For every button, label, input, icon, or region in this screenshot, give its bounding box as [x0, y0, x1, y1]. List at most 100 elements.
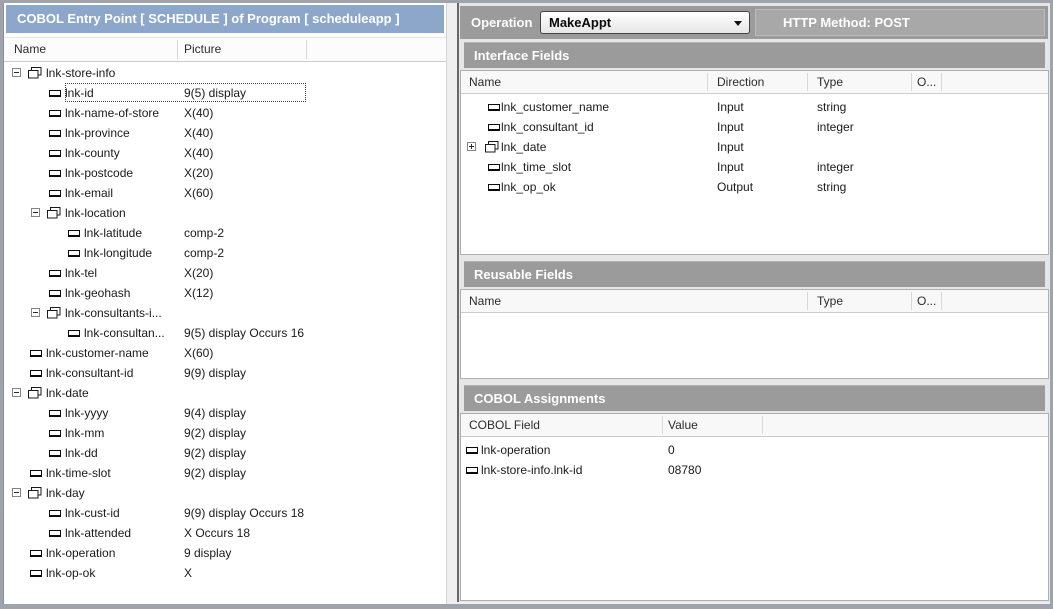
tree-row[interactable]: lnk-telX(20)	[4, 263, 445, 283]
field-item-icon	[466, 467, 478, 474]
tree-item-picture: X Occurs 18	[184, 526, 250, 540]
tree-item-picture: X(40)	[184, 126, 213, 140]
field-name: lnk_time_slot	[501, 160, 571, 174]
tree-row[interactable]: lnk-op-okX	[4, 563, 445, 583]
operation-dropdown[interactable]: MakeAppt	[540, 11, 750, 34]
interface-field-row[interactable]: lnk_consultant_idInputinteger	[461, 117, 1048, 137]
tree-item-picture: X(12)	[184, 286, 213, 300]
tree-row[interactable]: lnk-latitude comp-2	[4, 223, 445, 243]
tree-row[interactable]: lnk-longitude comp-2	[4, 243, 445, 263]
tree-item-name: lnk-location	[65, 206, 126, 220]
tree-row[interactable]: lnk-date	[4, 383, 445, 403]
field-item-icon	[49, 270, 61, 277]
tree-row[interactable]: lnk-customer-nameX(60)	[4, 343, 445, 363]
cobol-assignments-rows: lnk-operation0lnk-store-info.lnk-id08780	[461, 437, 1048, 480]
tree-item-name: lnk-tel	[65, 266, 97, 280]
tree-row[interactable]: lnk-geohash X(12)	[4, 283, 445, 303]
column-header-type: Type	[817, 294, 843, 308]
column-header-type: Type	[817, 75, 843, 89]
field-item-icon	[49, 450, 61, 457]
tree-row[interactable]: lnk-dd9(2) display	[4, 443, 445, 463]
collapse-toggle[interactable]	[12, 68, 21, 77]
cobol-assignment-row[interactable]: lnk-operation0	[461, 440, 1048, 460]
collapse-toggle[interactable]	[31, 208, 40, 217]
tree-column-header: Name Picture	[4, 37, 446, 62]
tree-row[interactable]: lnk-province X(40)	[4, 123, 445, 143]
tree-item-name: lnk-latitude	[84, 226, 142, 240]
tree-item-name: lnk-longitude	[84, 246, 152, 260]
tree-item-name: lnk-province	[65, 126, 130, 140]
column-header-name: Name	[469, 294, 501, 308]
tree-row[interactable]: lnk-time-slot9(2) display	[4, 463, 445, 483]
tree-item-picture: comp-2	[184, 246, 224, 260]
tree-row[interactable]: lnk-countyX(40)	[4, 143, 445, 163]
tree-row[interactable]: lnk-consultant-id9(9) display	[4, 363, 445, 383]
group-item-icon	[47, 307, 61, 319]
field-type: integer	[817, 160, 854, 174]
column-header-name: Name	[469, 75, 501, 89]
tree-row[interactable]: lnk-location	[4, 203, 445, 223]
collapse-toggle[interactable]	[31, 308, 40, 317]
tree-item-name: lnk-date	[46, 386, 89, 400]
column-header-name: Name	[14, 42, 46, 56]
tree-row[interactable]: lnk-postcodeX(20)	[4, 163, 445, 183]
tree-item-name: lnk-op-ok	[46, 566, 95, 580]
tree-row[interactable]: lnk-day	[4, 483, 445, 503]
assignment-field-name: lnk-operation	[481, 443, 550, 457]
interface-field-row[interactable]: lnk_time_slot Input integer	[461, 157, 1048, 177]
tree-row[interactable]: lnk-consultants-i...	[4, 303, 445, 323]
interface-field-row[interactable]: lnk_dateInput	[461, 137, 1048, 157]
tree-row[interactable]: lnk-operation9 display	[4, 543, 445, 563]
window-content: COBOL Entry Point [ SCHEDULE ] of Progra…	[3, 3, 1050, 604]
tree-item-name: lnk-mm	[65, 426, 104, 440]
cobol-assignment-row[interactable]: lnk-store-info.lnk-id08780	[461, 460, 1048, 480]
interface-field-row[interactable]: lnk_customer_nameInputstring	[461, 97, 1048, 117]
expand-toggle[interactable]	[467, 142, 476, 151]
group-item-icon	[28, 387, 42, 399]
tree-item-picture: comp-2	[184, 226, 224, 240]
collapse-toggle[interactable]	[12, 388, 21, 397]
tree-row[interactable]: lnk-mm 9(2) display	[4, 423, 445, 443]
field-item-icon	[488, 124, 500, 131]
field-item-icon	[49, 510, 61, 517]
tree-item-name: lnk-consultants-i...	[65, 306, 162, 320]
field-item-icon	[30, 570, 42, 577]
field-name: lnk_consultant_id	[501, 120, 594, 134]
interface-fields-header: Interface Fields	[464, 42, 1045, 68]
tree-item-picture: X(40)	[184, 106, 213, 120]
tree-row[interactable]: lnk-attended X Occurs 18	[4, 523, 445, 543]
group-item-icon	[28, 487, 42, 499]
field-direction: Input	[717, 160, 744, 174]
cobol-entry-point-panel: COBOL Entry Point [ SCHEDULE ] of Progra…	[3, 3, 447, 604]
tree-row[interactable]: lnk-name-of-storeX(40)	[4, 103, 445, 123]
tree-row[interactable]: lnk-emailX(60)	[4, 183, 445, 203]
operation-dropdown-value: MakeAppt	[549, 15, 611, 30]
field-direction: Input	[717, 140, 744, 154]
field-item-icon	[30, 350, 42, 357]
field-item-icon	[49, 530, 61, 537]
field-item-icon	[68, 250, 80, 257]
tree-row[interactable]: lnk-store-info	[4, 63, 445, 83]
group-item-icon	[28, 67, 42, 79]
field-item-icon	[488, 104, 500, 111]
tree-row[interactable]: lnk-yyyy9(4) display	[4, 403, 445, 423]
tree-item-name: lnk-geohash	[65, 286, 130, 300]
field-item-icon	[49, 410, 61, 417]
interface-field-row[interactable]: lnk_op_okOutputstring	[461, 177, 1048, 197]
tree-item-picture: 9(2) display	[184, 426, 246, 440]
field-item-icon	[488, 164, 500, 171]
field-item-icon	[49, 130, 61, 137]
tree-item-picture: X(20)	[184, 166, 213, 180]
column-separator	[662, 416, 663, 434]
column-separator	[707, 73, 708, 91]
tree-row[interactable]: lnk-cust-id9(9) display Occurs 18	[4, 503, 445, 523]
column-separator	[807, 73, 808, 91]
interface-fields-rows: lnk_customer_nameInputstringlnk_consulta…	[461, 94, 1048, 197]
field-item-icon	[466, 447, 478, 454]
tree-item-picture: X(40)	[184, 146, 213, 160]
tree-row[interactable]: lnk-consultan...9(5) display Occurs 16	[4, 323, 445, 343]
collapse-toggle[interactable]	[12, 488, 21, 497]
tree-item-picture: 9(9) display Occurs 18	[184, 506, 304, 520]
tree-row[interactable]: lnk-id9(5) display	[4, 83, 445, 103]
tree-item-name: lnk-attended	[65, 526, 131, 540]
